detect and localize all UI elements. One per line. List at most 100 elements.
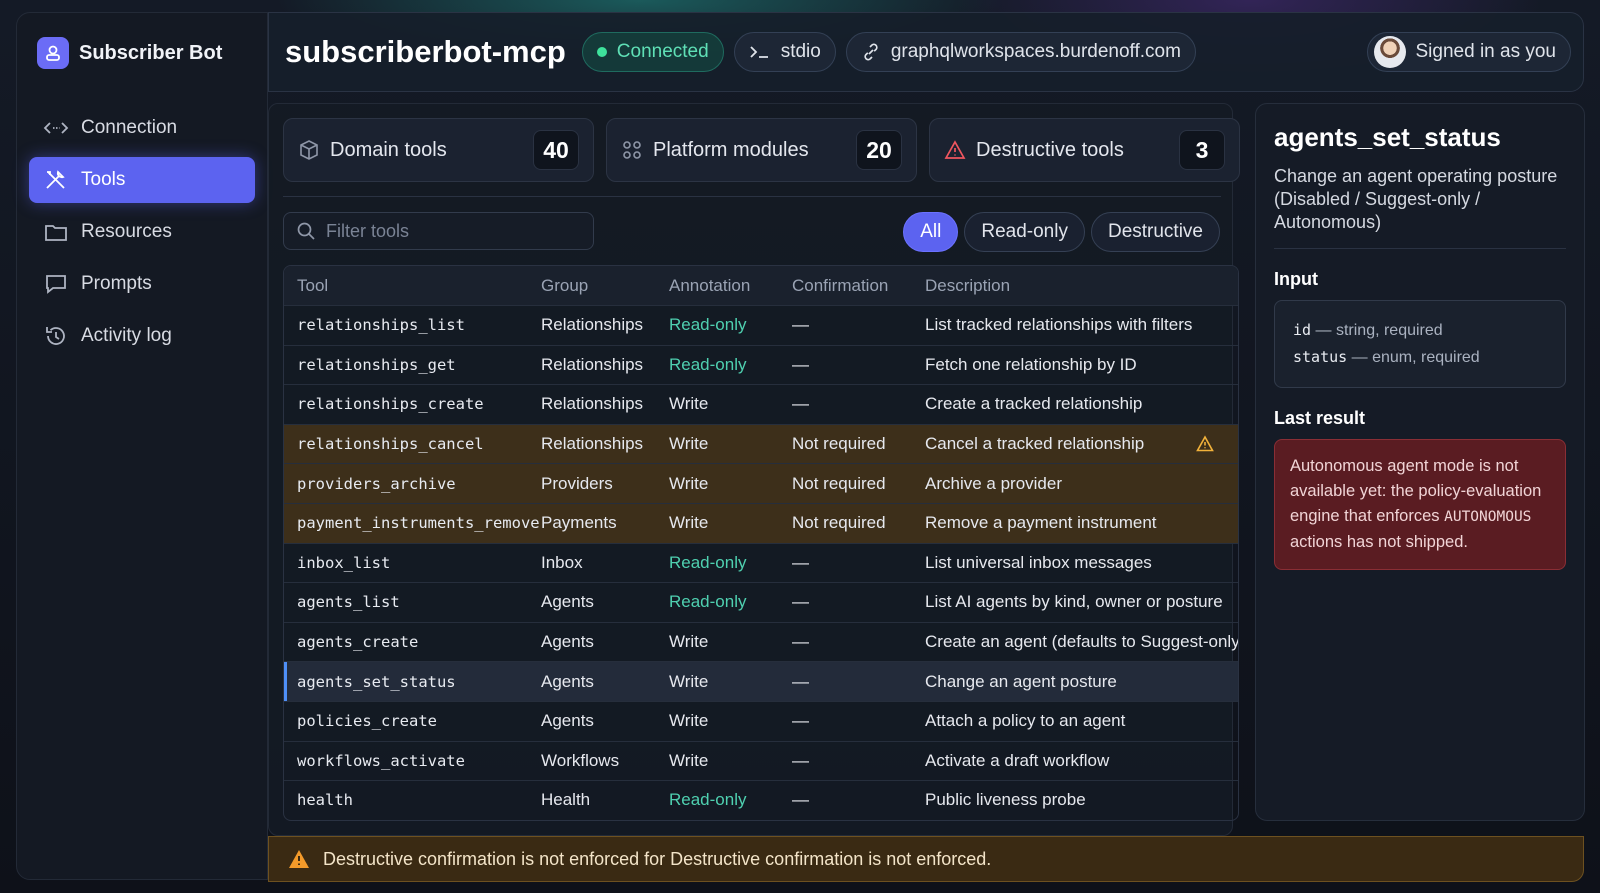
column-header-group[interactable]: Group: [541, 276, 669, 296]
stats-row: Domain tools 40 Platform modules 20 Dest…: [283, 118, 1240, 182]
sidebar-item-connection[interactable]: Connection: [29, 105, 255, 151]
input-param: status — enum, required: [1293, 344, 1547, 371]
table-row[interactable]: policies_create Agents Write — Attach a poli…: [284, 702, 1238, 742]
input-param: id — string, required: [1293, 317, 1547, 344]
cube-icon: [300, 140, 318, 160]
tool-detail-panel: agents_set_status Change an agent operat…: [1255, 103, 1585, 821]
brand-name: Subscriber Bot: [79, 41, 223, 64]
column-header-description[interactable]: Description: [925, 276, 1238, 296]
sidebar-nav: Connection Tools Resources Prompts Activ…: [29, 105, 255, 365]
cell-tool: health: [297, 791, 353, 810]
connection-icon: [43, 122, 69, 134]
sidebar-item-label: Activity log: [81, 325, 172, 346]
column-header-annotation[interactable]: Annotation: [669, 276, 792, 296]
cell-group: Agents: [541, 671, 594, 691]
last-result-error: Autonomous agent mode is not available y…: [1274, 439, 1566, 570]
detail-description: Change an agent operating posture (Disab…: [1274, 165, 1566, 249]
cell-group: Agents: [541, 711, 594, 731]
cell-confirmation: —: [792, 750, 809, 770]
divider: [283, 196, 1221, 197]
cell-description: Fetch one relationship by ID: [925, 354, 1137, 374]
cell-description: Remove a payment instrument: [925, 513, 1157, 533]
table-row[interactable]: workflows_activate Workflows Write — Activat…: [284, 742, 1238, 782]
cell-confirmation: —: [792, 790, 809, 810]
param-name: status: [1293, 348, 1348, 366]
cell-confirmation: —: [792, 632, 809, 652]
cell-description: List universal inbox messages: [925, 552, 1152, 572]
table-row[interactable]: payment_instruments_remove Payments Write N…: [284, 503, 1238, 544]
sidebar-item-prompts[interactable]: Prompts: [29, 261, 255, 307]
cell-group: Agents: [541, 592, 594, 612]
cell-annotation: Read-only: [669, 592, 747, 612]
connection-status-badge: Connected: [581, 32, 724, 72]
table-row[interactable]: agents_list Agents Read-only — List AI agent…: [284, 583, 1238, 623]
table-row[interactable]: relationships_create Relationships Write — C…: [284, 385, 1238, 425]
column-header-tool[interactable]: Tool: [284, 276, 541, 296]
chat-icon: [46, 275, 66, 294]
table-row[interactable]: relationships_list Relationships Read-only…: [284, 306, 1238, 346]
detail-title: agents_set_status: [1274, 122, 1501, 152]
tools-icon: [46, 170, 65, 189]
cell-annotation: Write: [669, 632, 709, 652]
cell-annotation: Write: [669, 711, 709, 731]
segment-read-only[interactable]: Read-only: [964, 212, 1085, 252]
warning-banner-text: Destructive confirmation is not enforced…: [323, 848, 992, 869]
page-title: subscriberbot-mcp: [285, 34, 566, 69]
sidebar-item-resources[interactable]: Resources: [29, 209, 255, 255]
user-menu-button[interactable]: Signed in as you: [1366, 32, 1571, 72]
segment-all[interactable]: All: [903, 212, 959, 252]
history-icon: [46, 327, 65, 345]
cell-annotation: Write: [669, 750, 709, 770]
param-name: id: [1293, 321, 1312, 339]
brand[interactable]: Subscriber Bot: [37, 37, 222, 69]
cell-confirmation: Not required: [792, 513, 886, 533]
sidebar-item-tools[interactable]: Tools: [29, 157, 255, 203]
table-row[interactable]: relationships_get Relationships Read-only —…: [284, 346, 1238, 386]
table-row[interactable]: inbox_list Inbox Read-only — List universal …: [284, 544, 1238, 584]
cell-tool: agents_set_status: [297, 672, 456, 691]
terminal-icon: [750, 46, 768, 58]
cell-tool: agents_list: [297, 593, 400, 612]
cell-description: List AI agents by kind, owner or posture: [925, 592, 1223, 612]
sidebar-item-label: Prompts: [81, 273, 152, 294]
user-label: Signed in as you: [1415, 41, 1557, 62]
column-header-confirmation[interactable]: Confirmation: [792, 276, 925, 296]
stat-count: 3: [1179, 130, 1225, 170]
result-text-post: actions has not shipped.: [1290, 533, 1468, 551]
table-row[interactable]: agents_set_status Agents Write — Change an a…: [284, 662, 1238, 702]
stat-count: 20: [856, 130, 902, 170]
filter-tools-input[interactable]: [326, 220, 576, 242]
cell-annotation: Write: [669, 394, 709, 414]
cell-tool: relationships_list: [297, 316, 465, 335]
table-row[interactable]: providers_archive Providers Write Not requi…: [284, 464, 1238, 504]
filter-tools-field[interactable]: [283, 212, 594, 250]
stat-label: Destructive tools: [976, 138, 1124, 161]
segment-destructive[interactable]: Destructive: [1090, 212, 1220, 252]
cell-confirmation: —: [792, 394, 809, 414]
table-row[interactable]: relationships_cancel Relationships Write No…: [284, 424, 1238, 465]
cell-description: Cancel a tracked relationship: [925, 434, 1145, 454]
cell-tool: inbox_list: [297, 553, 391, 572]
sidebar-item-label: Connection: [81, 117, 178, 138]
host-badge[interactable]: graphqlworkspaces.burdenoff.com: [845, 32, 1196, 72]
transport-badge: stdio: [733, 32, 836, 72]
bot-icon: [37, 37, 69, 69]
destructive-warning-icon: [1196, 435, 1214, 452]
cell-annotation: Read-only: [669, 315, 747, 335]
table-row[interactable]: agents_create Agents Write — Create an agent…: [284, 623, 1238, 663]
table-row[interactable]: health Health Read-only — Public liveness pr…: [284, 781, 1238, 820]
tools-table: Tool Group Annotation Confirmation Descr…: [283, 265, 1239, 821]
annotation-filter-segments: All Read-only Destructive: [903, 212, 1220, 252]
cell-tool: payment_instruments_remove: [297, 514, 540, 533]
stat-domain-tools: Domain tools 40: [283, 118, 594, 182]
warning-banner: Destructive confirmation is not enforced…: [268, 836, 1584, 882]
input-schema: id — string, required status — enum, req…: [1274, 300, 1566, 388]
modules-icon: [623, 141, 641, 159]
sidebar-item-label: Tools: [81, 169, 126, 190]
sidebar-item-label: Resources: [81, 221, 172, 242]
sidebar-item-activity-log[interactable]: Activity log: [29, 313, 255, 359]
stat-destructive-tools: Destructive tools 3: [929, 118, 1240, 182]
cell-group: Payments: [541, 513, 617, 533]
cell-group: Workflows: [541, 750, 620, 770]
cell-description: Create a tracked relationship: [925, 394, 1143, 414]
